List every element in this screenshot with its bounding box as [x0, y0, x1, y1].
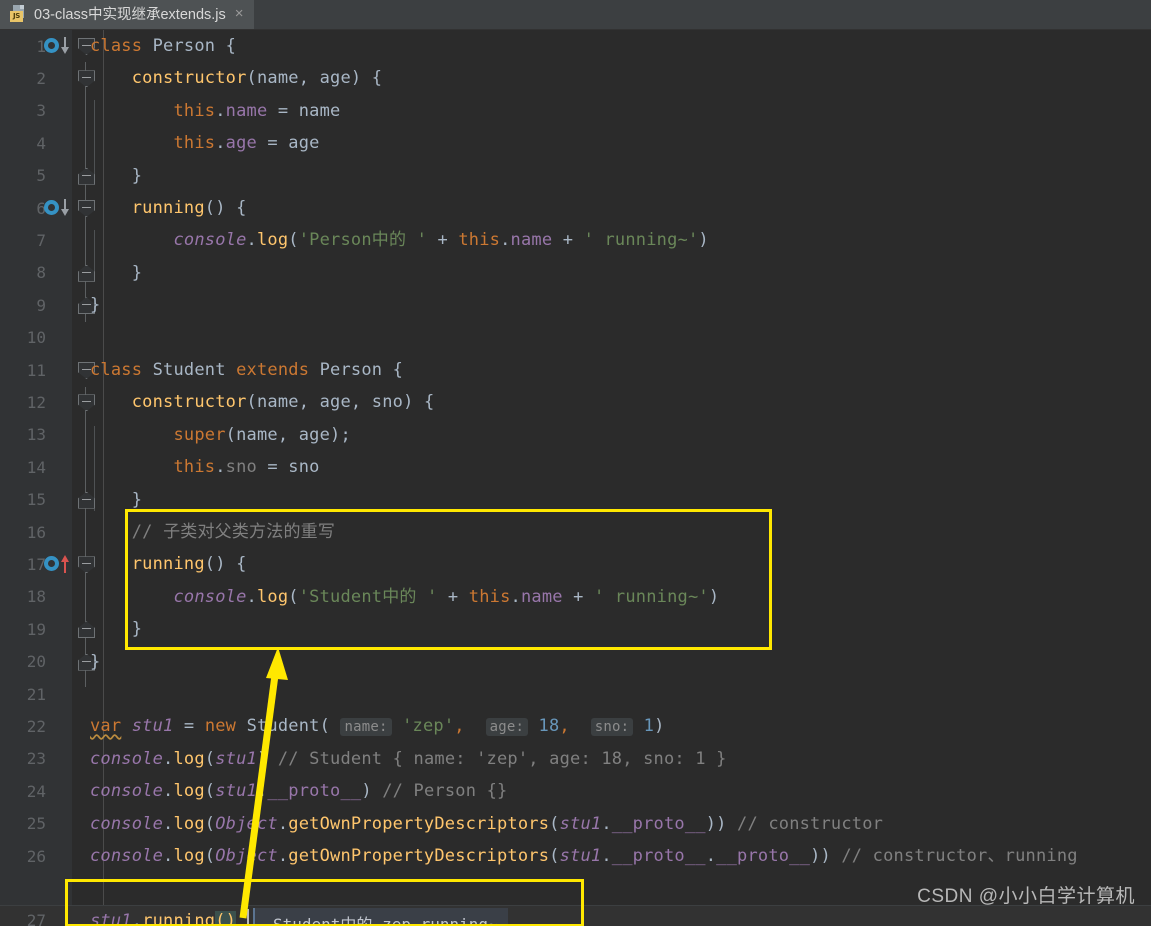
code-text: this.sno = sno — [173, 457, 320, 478]
code-line[interactable]: 18 console.log('Student中的 ' + this.name … — [0, 581, 1151, 613]
line-number: 2 — [36, 69, 46, 89]
line-number: 19 — [26, 619, 46, 639]
code-text: console.log(Object.getOwnPropertyDescrip… — [90, 813, 884, 834]
code-line[interactable]: 25 console.log(Object.getOwnPropertyDesc… — [0, 808, 1151, 840]
code-text: class Student extends Person { — [90, 359, 404, 380]
line-number: 10 — [26, 328, 46, 348]
line-number: 14 — [26, 457, 46, 477]
matched-bracket-highlight: () — [215, 910, 237, 926]
code-line[interactable]: 11 class Student extends Person { — [0, 354, 1151, 386]
line-number: 11 — [26, 360, 46, 380]
line-number: 20 — [26, 652, 46, 672]
javascript-file-icon: JS — [10, 5, 27, 22]
line-number: 7 — [36, 231, 46, 251]
code-text: console.log('Person中的 ' + this.name + ' … — [173, 230, 709, 251]
code-line[interactable]: 2 constructor(name, age) { — [0, 62, 1151, 94]
code-text: class Person { — [90, 35, 237, 56]
method-overridden-icon[interactable] — [44, 199, 74, 217]
line-number: 13 — [26, 425, 46, 445]
code-text: constructor(name, age) { — [131, 68, 383, 89]
code-line[interactable]: 14 this.sno = sno — [0, 451, 1151, 483]
line-number: 22 — [26, 717, 46, 737]
code-text: } — [90, 651, 101, 672]
editor-tab-label: 03-class中实现继承extends.js — [34, 7, 226, 23]
code-text: } — [131, 262, 143, 283]
line-number: 23 — [26, 749, 46, 769]
code-text: } — [131, 165, 143, 186]
inline-execution-result: Student中的 zep running~ — [253, 908, 508, 926]
line-number: 8 — [36, 263, 46, 283]
code-text: var stu1 = new Student( name: 'zep', age… — [90, 715, 665, 736]
code-text: console.log(Object.getOwnPropertyDescrip… — [90, 845, 1078, 866]
method-overriding-icon[interactable] — [44, 555, 74, 574]
line-number: 9 — [36, 295, 46, 315]
code-text: console.log(stu1.__proto__) // Person {} — [90, 781, 508, 802]
line-number: 4 — [36, 133, 46, 153]
code-text: running() { — [131, 554, 247, 575]
inlay-hint-age: age: — [485, 717, 529, 736]
code-line[interactable]: 17 running() { — [0, 548, 1151, 580]
code-line[interactable]: 22 var stu1 = new Student( name: 'zep', … — [0, 710, 1151, 742]
code-line[interactable]: 24 console.log(stu1.__proto__) // Person… — [0, 775, 1151, 807]
code-line[interactable]: 26 console.log(Object.getOwnPropertyDesc… — [0, 840, 1151, 872]
code-text: super(name, age); — [173, 424, 351, 445]
code-text: running() { — [131, 197, 247, 218]
line-number: 21 — [26, 684, 46, 704]
line-number: 1 — [36, 36, 46, 56]
code-line[interactable]: 5 } — [0, 160, 1151, 192]
line-number: 17 — [26, 555, 46, 575]
line-number: 16 — [26, 522, 46, 542]
method-overridden-icon[interactable] — [44, 37, 74, 55]
code-line[interactable]: 8 } — [0, 257, 1151, 289]
line-number: 15 — [26, 490, 46, 510]
code-line[interactable]: 20 } — [0, 646, 1151, 678]
code-line[interactable]: 1 class Person { — [0, 30, 1151, 62]
code-text: constructor(name, age, sno) { — [131, 392, 435, 413]
code-line[interactable]: 4 this.age = age — [0, 127, 1151, 159]
line-number: 5 — [36, 166, 46, 186]
code-editor[interactable]: 1 class Person { 2 constructor(name, age… — [0, 30, 1151, 926]
code-line[interactable]: 19 } — [0, 613, 1151, 645]
code-text: } — [90, 295, 101, 316]
code-line[interactable]: 12 constructor(name, age, sno) { — [0, 386, 1151, 418]
code-line[interactable]: 16 // 子类对父类方法的重写 — [0, 516, 1151, 548]
code-text: // 子类对父类方法的重写 — [131, 521, 336, 542]
code-text: } — [131, 489, 143, 510]
code-text: console.log('Student中的 ' + this.name + '… — [173, 586, 720, 607]
text-caret — [247, 909, 249, 926]
csdn-watermark: CSDN @小小白学计算机 — [917, 886, 1135, 907]
code-line[interactable]: 23 console.log(stu1) // Student { name: … — [0, 743, 1151, 775]
code-line[interactable]: 9 } — [0, 289, 1151, 321]
code-text: } — [131, 619, 143, 640]
code-line[interactable]: 3 this.name = name — [0, 95, 1151, 127]
line-number: 24 — [26, 781, 46, 801]
editor-tab-bar: JS 03-class中实现继承extends.js × — [0, 0, 1151, 30]
editor-tab[interactable]: JS 03-class中实现继承extends.js × — [0, 0, 254, 29]
line-number: 6 — [36, 198, 46, 218]
line-number: 3 — [36, 101, 46, 121]
line-number: 27 — [26, 911, 46, 926]
code-line[interactable]: 7 console.log('Person中的 ' + this.name + … — [0, 224, 1151, 256]
inlay-hint-name: name: — [340, 717, 392, 736]
close-icon[interactable]: × — [233, 6, 246, 21]
code-line[interactable]: 21 — [0, 678, 1151, 710]
code-line[interactable]: 10 — [0, 322, 1151, 354]
inlay-hint-sno: sno: — [590, 717, 634, 736]
code-text: this.age = age — [173, 133, 320, 154]
code-text: stu1.running() — [90, 905, 237, 926]
code-text: this.name = name — [173, 100, 341, 121]
code-line[interactable]: 13 super(name, age); — [0, 419, 1151, 451]
line-number: 25 — [26, 814, 46, 834]
line-number: 26 — [26, 846, 46, 866]
line-number: 18 — [26, 587, 46, 607]
line-number: 12 — [26, 393, 46, 413]
code-text: console.log(stu1) // Student { name: 'ze… — [90, 748, 727, 769]
code-line[interactable]: 15 } — [0, 484, 1151, 516]
code-line[interactable]: 6 running() { — [0, 192, 1151, 224]
